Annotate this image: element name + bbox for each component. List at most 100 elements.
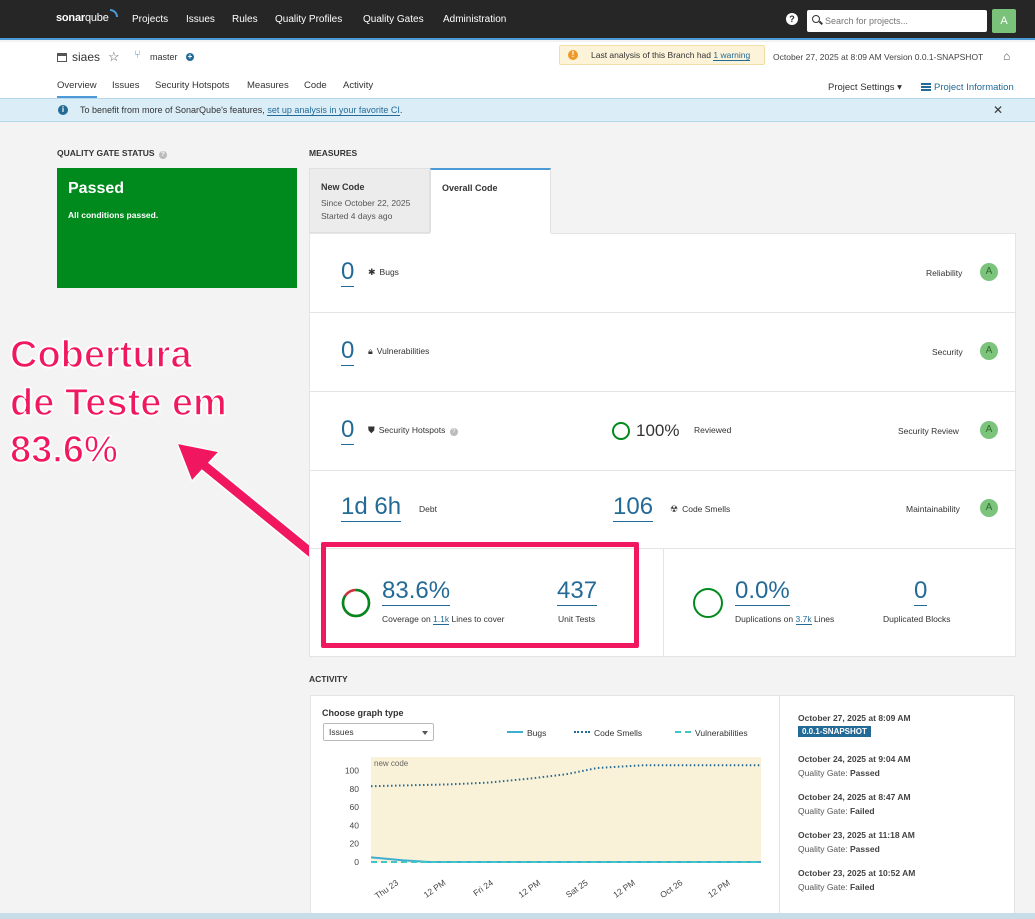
x-tick-label: 12 PM [706, 877, 732, 899]
security-label: Security [932, 347, 963, 357]
add-branch-icon[interactable]: + [186, 53, 194, 61]
tab-new-code[interactable]: New Code Since October 22, 2025 Started … [309, 168, 430, 233]
nav-projects[interactable]: Projects [132, 14, 168, 25]
legend-bugs: Bugs [507, 728, 546, 738]
measures-title: MEASURES [309, 148, 358, 158]
duplications-lines-link[interactable]: 3.7k [795, 614, 812, 625]
annotation-arrow [178, 444, 325, 565]
maintainability-label: Maintainability [906, 504, 960, 514]
x-tick-label: Sat 25 [564, 877, 590, 899]
event-item: October 24, 2025 at 9:04 AM Quality Gate… [798, 754, 911, 778]
version-badge: 0.0.1-SNAPSHOT [798, 726, 871, 737]
tab-overview[interactable]: Overview [57, 80, 97, 98]
x-tick-label: Thu 23 [373, 877, 401, 901]
close-icon[interactable]: ✕ [993, 103, 1003, 117]
shield-icon: ⛊ [368, 425, 375, 435]
event-item: October 23, 2025 at 11:18 AM Quality Gat… [798, 830, 915, 854]
tab-activity[interactable]: Activity [343, 80, 373, 96]
x-tick-label: Fri 24 [471, 877, 495, 898]
maintainability-rating[interactable]: A [980, 499, 998, 517]
nav-quality-profiles[interactable]: Quality Profiles [275, 14, 342, 25]
tab-issues[interactable]: Issues [112, 80, 139, 96]
security-hotspots-row: 0 ⛊ Security Hotspots ? 100% Reviewed Sec… [309, 392, 1016, 471]
bugs-label: ✱ Bugs [368, 267, 399, 277]
duplications-value[interactable]: 0.0% [735, 579, 790, 606]
list-icon [921, 83, 931, 91]
debt-value[interactable]: 1d 6h [341, 495, 402, 522]
reliability-label: Reliability [926, 268, 963, 278]
search-box[interactable] [807, 10, 987, 32]
smell-icon: ☢ [670, 504, 679, 514]
nav-rules[interactable]: Rules [232, 14, 258, 25]
project-name[interactable]: siaes [57, 50, 100, 64]
legend-vulnerabilities: Vulnerabilities [675, 728, 748, 738]
analysis-info: October 27, 2025 at 8:09 AM Version 0.0.… [773, 52, 984, 62]
graph-type-select[interactable]: Issues [323, 723, 434, 741]
annotation-line-2: de Teste em [9, 381, 227, 425]
project-settings-menu[interactable]: Project Settings ▾ [828, 82, 902, 93]
hotspots-value[interactable]: 0 [341, 418, 355, 445]
y-tick-label: 100 [345, 766, 359, 776]
x-tick-label: 12 PM [516, 877, 542, 899]
code-smells-value[interactable]: 106 [613, 495, 654, 522]
quality-gate-status-card: Passed All conditions passed. [57, 168, 297, 288]
warning-link[interactable]: 1 warning [713, 50, 751, 61]
reviewed-ring-icon [612, 422, 630, 440]
new-code-area [371, 757, 761, 863]
issues-chart: new code 0 20 40 60 80 100 Thu 23 12 PM Fri 24 12 … [345, 757, 761, 901]
duplicated-blocks-value[interactable]: 0 [914, 579, 928, 606]
branch-name[interactable]: master [150, 52, 178, 62]
code-smells-label: ☢ Code Smells [670, 504, 731, 514]
tab-measures[interactable]: Measures [247, 80, 289, 96]
duplicated-blocks-label: Duplicated Blocks [883, 614, 951, 624]
lock-icon: 🔒︎ [368, 346, 373, 356]
nav-issues[interactable]: Issues [186, 14, 215, 25]
analysis-warning: ! Last analysis of this Branch had 1 war… [559, 45, 765, 65]
maintainability-row: 1d 6h Debt 106 ☢ Code Smells Maintainabil… [309, 471, 1016, 549]
vulnerabilities-value[interactable]: 0 [341, 339, 355, 366]
tab-code[interactable]: Code [304, 80, 327, 96]
favorite-star-icon[interactable]: ☆ [108, 49, 120, 65]
home-icon[interactable]: ⌂ [1003, 49, 1010, 63]
sonarqube-logo[interactable]: sonarqube [56, 9, 118, 24]
project-information-link[interactable]: Project Information [921, 82, 1014, 93]
user-avatar[interactable]: A [992, 9, 1016, 33]
reliability-rating[interactable]: A [980, 263, 998, 281]
help-icon[interactable]: ? [786, 13, 798, 25]
nav-administration[interactable]: Administration [443, 14, 506, 25]
bugs-value[interactable]: 0 [341, 260, 355, 287]
event-item: October 27, 2025 at 8:09 AM 0.0.1-SNAPSH… [798, 713, 911, 737]
new-code-label: New Code [321, 182, 365, 192]
reviewed-value[interactable]: 100% [636, 421, 679, 441]
warning-icon: ! [568, 50, 578, 60]
banner-text: To benefit from more of SonarQube's feat… [80, 105, 265, 115]
tab-security-hotspots[interactable]: Security Hotspots [155, 80, 229, 96]
search-input[interactable] [825, 14, 980, 28]
bottom-bar [0, 913, 1035, 919]
nav-quality-gates[interactable]: Quality Gates [363, 14, 424, 25]
chevron-down-icon [422, 731, 428, 735]
activity-panel: Choose graph type Issues Bugs Code Smell… [310, 695, 1015, 919]
graph-type-label: Choose graph type [322, 708, 404, 718]
search-icon [812, 15, 820, 23]
event-item: October 24, 2025 at 8:47 AM Quality Gate… [798, 792, 911, 816]
vulnerabilities-row: 0 🔒︎ Vulnerabilities Security A [309, 313, 1016, 392]
project-icon [57, 53, 67, 62]
help-icon[interactable]: ? [158, 151, 167, 159]
duplications-label: Duplications on 3.7k Lines [735, 614, 835, 625]
new-code-started: Started 4 days ago [321, 211, 393, 221]
security-rating[interactable]: A [980, 342, 998, 360]
x-tick-label: Oct 26 [658, 877, 684, 900]
security-review-rating[interactable]: A [980, 421, 998, 439]
hotspots-label: ⛊ Security Hotspots ? [368, 425, 458, 436]
overall-code-label: Overall Code [442, 183, 498, 193]
y-tick-label: 40 [350, 820, 360, 830]
tab-overall-code[interactable]: Overall Code [430, 168, 551, 234]
new-code-since: Since October 22, 2025 [321, 198, 411, 208]
new-code-label: new code [374, 759, 409, 768]
banner-ci-link[interactable]: set up analysis in your favorite CI [267, 105, 400, 116]
y-tick-label: 80 [350, 784, 360, 794]
help-icon[interactable]: ? [449, 428, 458, 436]
ci-banner: i To benefit from more of SonarQube's fe… [0, 98, 1035, 122]
y-tick-label: 20 [350, 839, 360, 849]
